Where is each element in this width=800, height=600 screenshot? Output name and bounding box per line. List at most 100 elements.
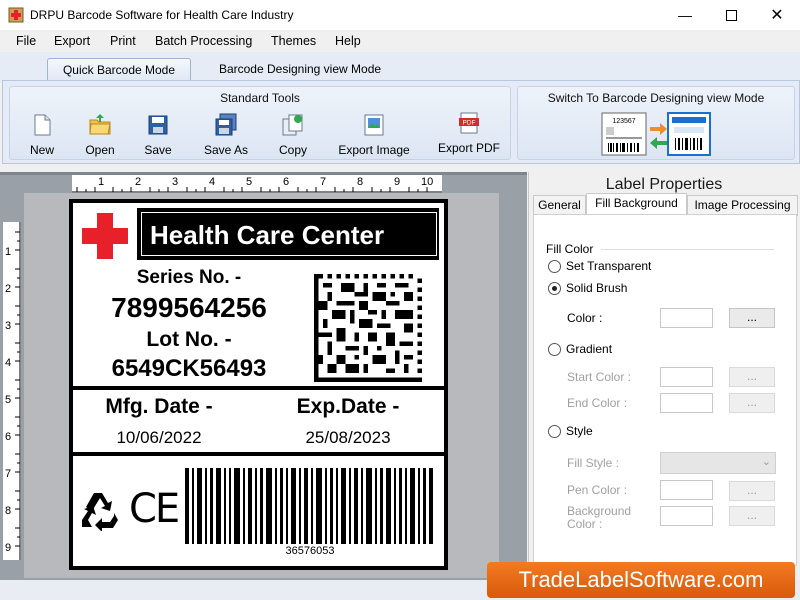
- horizontal-ruler: 1 2 3 4 5 6 7 8 9 10: [72, 175, 442, 193]
- mfg-date-label[interactable]: Mfg. Date -: [73, 395, 245, 419]
- mfg-date-value[interactable]: 10/06/2022: [73, 428, 245, 448]
- switch-mode-group: Switch To Barcode Designing view Mode 12…: [517, 86, 795, 160]
- title-bar: DRPU Barcode Software for Health Care In…: [0, 0, 800, 30]
- background-color-label-2: Color :: [567, 517, 603, 531]
- copy-label: Copy: [278, 143, 307, 157]
- new-document-icon: [34, 114, 51, 136]
- ruler-h-1: 1: [98, 176, 105, 188]
- close-icon: ✕: [770, 7, 784, 24]
- start-color-label: Start Color :: [567, 370, 632, 384]
- open-button[interactable]: Open: [70, 113, 130, 157]
- solid-brush-label[interactable]: Solid Brush: [566, 281, 627, 295]
- tab-general[interactable]: General: [533, 195, 586, 216]
- ruler-h-7: 7: [320, 176, 327, 188]
- start-color-button[interactable]: ...: [729, 367, 775, 387]
- save-as-button[interactable]: Save As: [196, 113, 256, 157]
- ruler-ticks: [72, 187, 442, 193]
- end-color-button[interactable]: ...: [729, 393, 775, 413]
- export-image-icon: [364, 114, 384, 136]
- ruler-v-9: 9: [5, 542, 12, 554]
- end-color-swatch[interactable]: [660, 393, 713, 413]
- tab-image-processing[interactable]: Image Processing: [687, 195, 798, 216]
- recycle-icon: [82, 493, 118, 531]
- background-color-swatch[interactable]: [660, 506, 713, 526]
- export-image-button[interactable]: Export Image: [328, 113, 420, 157]
- pen-color-button[interactable]: ...: [729, 481, 775, 501]
- ruler-h-2: 2: [135, 176, 142, 188]
- open-label: Open: [85, 143, 115, 157]
- label-header[interactable]: Health Care Center: [141, 212, 437, 256]
- barcode-number[interactable]: 36576053: [185, 545, 435, 557]
- minimize-icon: —: [678, 7, 692, 23]
- save-button[interactable]: Save: [128, 113, 188, 157]
- pdf-icon: PDF: [459, 112, 479, 134]
- ruler-v-5: 5: [5, 394, 12, 406]
- series-value[interactable]: 7899564256: [73, 292, 305, 324]
- copy-button[interactable]: Copy: [263, 113, 323, 157]
- set-transparent-label[interactable]: Set Transparent: [566, 259, 651, 273]
- properties-title: Label Properties: [605, 176, 723, 193]
- copy-icon: [282, 114, 303, 136]
- standard-tools-group: Standard Tools New Open Save Save As Cop…: [9, 86, 511, 160]
- separator-2: [73, 452, 444, 456]
- ribbon: Standard Tools New Open Save Save As Cop…: [2, 80, 800, 164]
- end-color-label: End Color :: [567, 396, 628, 410]
- menu-help[interactable]: Help: [335, 34, 361, 48]
- ruler-v-3: 3: [5, 320, 12, 332]
- lot-value[interactable]: 6549CK56493: [73, 355, 305, 383]
- export-pdf-button[interactable]: PDF Export PDF: [432, 111, 506, 155]
- color-swatch[interactable]: [660, 308, 713, 328]
- gradient-label[interactable]: Gradient: [566, 342, 612, 356]
- menu-export[interactable]: Export: [54, 34, 90, 48]
- color-picker-button[interactable]: ...: [729, 308, 775, 328]
- background-color-button[interactable]: ...: [729, 506, 775, 526]
- set-transparent-radio[interactable]: [548, 260, 561, 273]
- maximize-button[interactable]: [708, 0, 754, 30]
- lot-label[interactable]: Lot No. -: [73, 328, 305, 352]
- linear-barcode[interactable]: [185, 468, 435, 544]
- datamatrix-barcode[interactable]: [314, 274, 422, 382]
- ruler-h-8: 8: [357, 176, 364, 188]
- minimize-button[interactable]: —: [662, 0, 708, 30]
- window-title: DRPU Barcode Software for Health Care In…: [30, 8, 294, 22]
- tab-quick-barcode-mode[interactable]: Quick Barcode Mode: [47, 58, 191, 81]
- ruler-v-8: 8: [5, 505, 12, 517]
- ce-mark-icon: CE: [129, 486, 180, 532]
- ruler-h-3: 3: [172, 176, 179, 188]
- export-pdf-label: Export PDF: [437, 141, 500, 155]
- menu-themes[interactable]: Themes: [271, 34, 316, 48]
- ruler-v-1: 1: [5, 246, 12, 258]
- ruler-h-10: 10: [421, 176, 434, 188]
- ruler-v-4: 4: [5, 357, 12, 369]
- ruler-h-9: 9: [394, 176, 401, 188]
- menu-bar: File Export Print Batch Processing Theme…: [0, 30, 800, 52]
- start-color-swatch[interactable]: [660, 367, 713, 387]
- app-icon: [8, 7, 24, 23]
- ruler-v-6: 6: [5, 431, 12, 443]
- maximize-icon: [725, 9, 737, 21]
- save-label: Save: [144, 143, 172, 157]
- menu-file[interactable]: File: [16, 34, 36, 48]
- pen-color-swatch[interactable]: [660, 480, 713, 500]
- fill-color-section: Fill Color: [546, 242, 594, 256]
- watermark-banner: TradeLabelSoftware.com: [487, 562, 795, 598]
- save-as-icon: [215, 113, 237, 136]
- series-label[interactable]: Series No. -: [73, 267, 305, 289]
- gradient-radio[interactable]: [548, 343, 561, 356]
- close-button[interactable]: ✕: [754, 0, 800, 30]
- new-button[interactable]: New: [12, 113, 72, 157]
- style-radio[interactable]: [548, 425, 561, 438]
- exp-date-label[interactable]: Exp.Date -: [259, 395, 437, 419]
- switch-mode-icon[interactable]: 123567: [600, 111, 712, 157]
- fill-style-select[interactable]: ⌄: [660, 452, 776, 474]
- menu-print[interactable]: Print: [110, 34, 136, 48]
- tab-barcode-designing-mode[interactable]: Barcode Designing view Mode: [205, 58, 395, 80]
- pen-color-label: Pen Color :: [567, 483, 628, 497]
- exp-date-value[interactable]: 25/08/2023: [259, 428, 437, 448]
- menu-batch-processing[interactable]: Batch Processing: [155, 34, 252, 48]
- solid-brush-radio[interactable]: [548, 282, 561, 295]
- svg-text:PDF: PDF: [463, 120, 476, 127]
- vertical-ruler: 1 2 3 4 5 6 7 8 9: [3, 222, 21, 560]
- style-label[interactable]: Style: [566, 424, 593, 438]
- tab-fill-background[interactable]: Fill Background: [586, 193, 687, 216]
